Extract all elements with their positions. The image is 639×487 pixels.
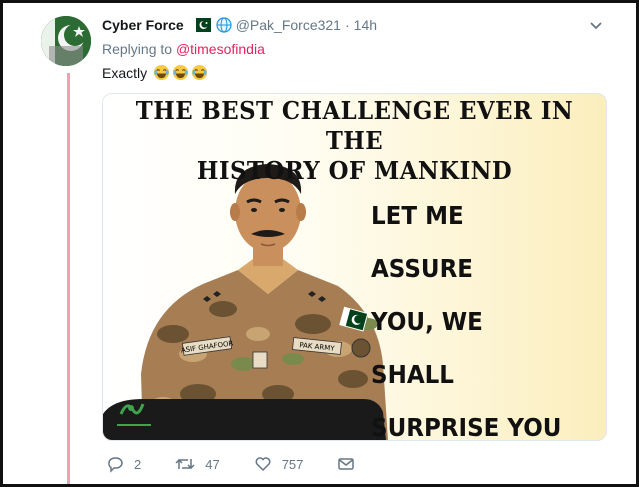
chevron-down-icon[interactable] (589, 18, 603, 32)
reply-icon (108, 457, 123, 473)
handle[interactable]: @Pak_Force321 (236, 17, 341, 33)
quote-line3: SURPRISE YOU (371, 413, 562, 441)
display-name[interactable]: Cyber Force (102, 17, 184, 33)
like-count: 757 (281, 456, 304, 472)
thread-line (67, 73, 70, 484)
heart-icon (255, 457, 271, 472)
tweet-frame: Cyber Force @Pak_Force321 · 14h Replying… (0, 0, 639, 487)
quote-line2: YOU, WE SHALL (371, 307, 483, 389)
quote-line1: LET ME ASSURE (371, 201, 474, 283)
like-button[interactable]: 757 (254, 455, 304, 473)
laughing-emoji-icon (154, 64, 170, 81)
meme-quote: LET ME ASSURE YOU, WE SHALL SURPRISE YOU (371, 189, 591, 441)
replying-prefix: Replying to (102, 41, 173, 57)
meme-title-line2: HISTORY OF MANKIND (196, 156, 513, 185)
avatar[interactable] (41, 16, 91, 66)
tweet-actions: 2 47 757 (106, 455, 399, 473)
direct-message-button[interactable] (337, 456, 365, 472)
reply-count: 2 (134, 456, 142, 472)
dot-separator: · (344, 17, 350, 33)
timestamp[interactable]: 14h (354, 17, 377, 33)
pakistan-flag-icon (190, 18, 211, 32)
emoji-group (153, 64, 208, 81)
retweet-count: 47 (205, 456, 220, 472)
retweet-button[interactable]: 47 (175, 455, 220, 473)
meme-title: THE BEST CHALLENGE EVER IN THE HISTORY O… (116, 96, 594, 186)
replying-to: Replying to @timesofindia (102, 41, 265, 57)
tweet-text: Exactly (102, 64, 208, 81)
retweet-icon (175, 458, 195, 470)
tweet-body: Exactly (102, 64, 148, 81)
laughing-emoji-icon (192, 64, 208, 81)
tweet-image[interactable]: ASIF GHAFOOR PAK ARMY THE BEST CHALLENGE… (102, 93, 607, 441)
mention-link[interactable]: @timesofindia (176, 41, 265, 57)
globe-icon (216, 17, 232, 33)
laughing-emoji-icon (173, 64, 189, 81)
tweet-header: Cyber Force @Pak_Force321 · 14h (102, 17, 377, 33)
reply-button[interactable]: 2 (106, 455, 141, 473)
meme-title-line1: THE BEST CHALLENGE EVER IN THE (135, 96, 574, 155)
envelope-icon (338, 458, 355, 470)
